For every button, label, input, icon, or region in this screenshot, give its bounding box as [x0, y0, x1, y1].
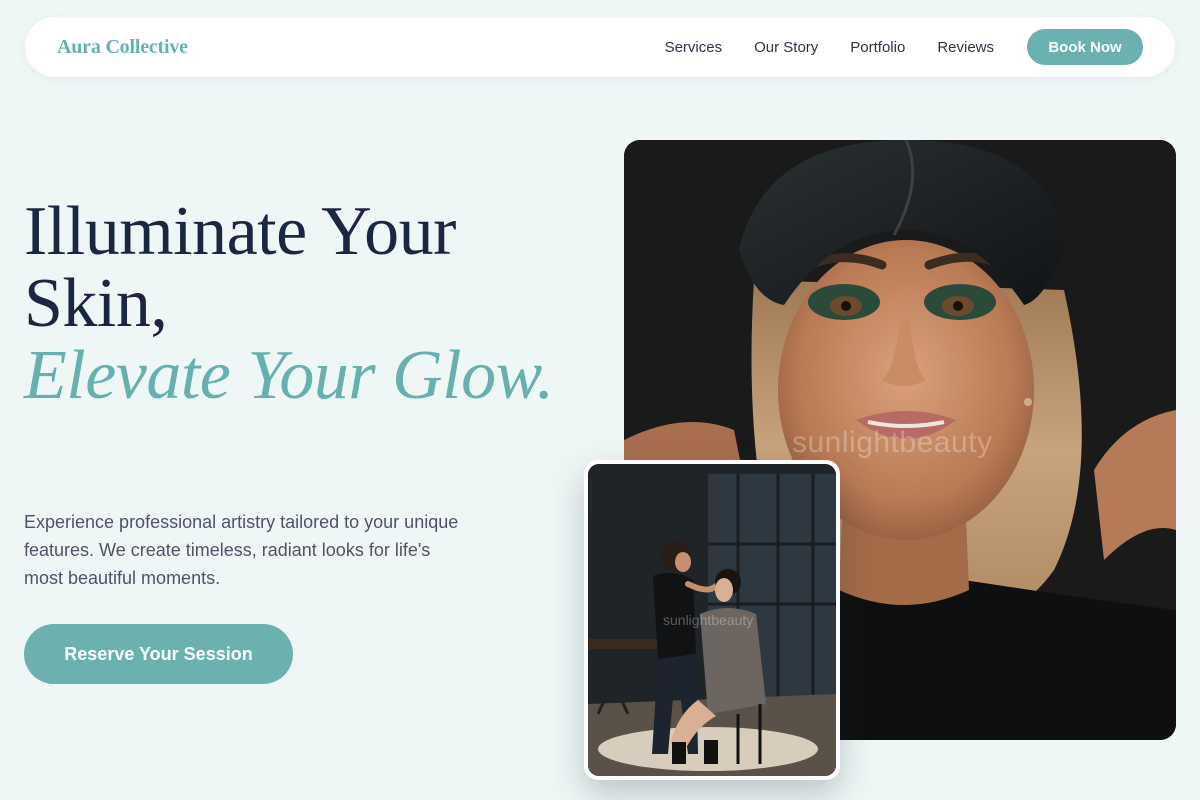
main-image-watermark: sunlightbeauty [792, 426, 993, 459]
inset-image-watermark: sunlightbeauty [663, 612, 754, 628]
book-now-button[interactable]: Book Now [1027, 29, 1143, 65]
backstage-image: sunlightbeauty [588, 464, 836, 776]
backstage-image-card: sunlightbeauty [584, 460, 840, 780]
nav-link-reviews[interactable]: Reviews [937, 39, 994, 56]
nav-link-services[interactable]: Services [665, 39, 723, 56]
hero-title: Illuminate Your Skin, Elevate Your Glow. [24, 196, 584, 412]
hero-description: Experience professional artistry tailore… [24, 512, 459, 588]
brand-logo[interactable]: Aura Collective [57, 36, 188, 59]
hero-title-accent: Elevate Your Glow. [24, 337, 554, 414]
reserve-session-button[interactable]: Reserve Your Session [24, 624, 293, 684]
hero-title-line: Illuminate Your Skin, [24, 193, 456, 342]
nav-link-our-story[interactable]: Our Story [754, 39, 818, 56]
nav-links: Services Our Story Portfolio Reviews Boo… [665, 29, 1143, 65]
nav-link-portfolio[interactable]: Portfolio [850, 39, 905, 56]
landing-page: Aura Collective Services Our Story Portf… [0, 0, 1200, 800]
top-navbar: Aura Collective Services Our Story Portf… [25, 17, 1175, 77]
